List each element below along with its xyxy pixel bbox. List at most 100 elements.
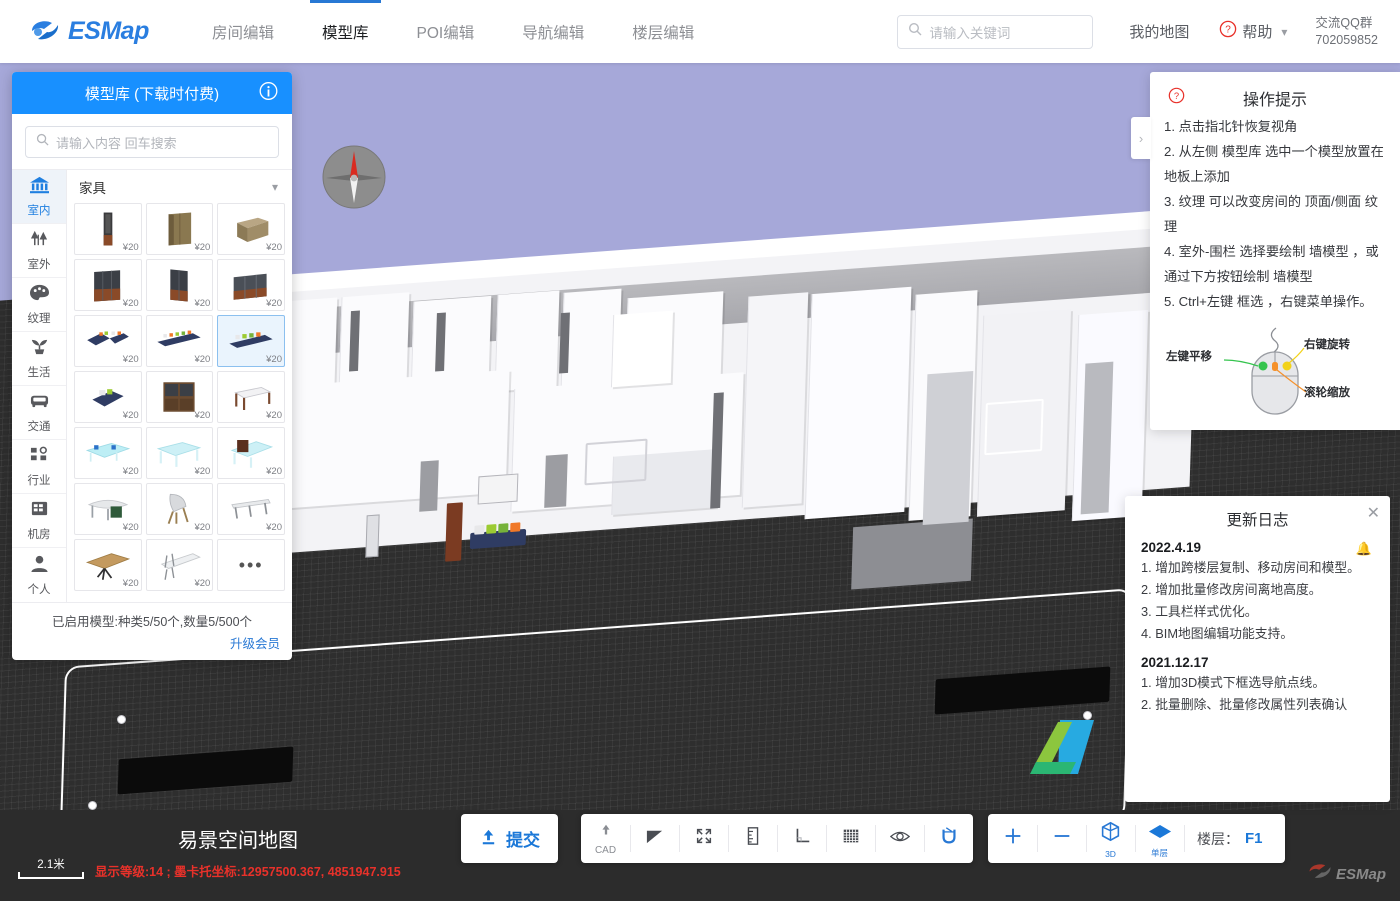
single-layer-button[interactable]: 单层 xyxy=(1135,814,1184,863)
category-label: 机房 xyxy=(27,529,51,541)
model-cell[interactable]: ¥20 xyxy=(217,203,285,255)
fullscreen-button[interactable] xyxy=(679,814,728,863)
model-cell[interactable]: ¥20 xyxy=(145,315,214,367)
tips-collapse-button[interactable]: › xyxy=(1131,117,1151,159)
model-cell[interactable]: ¥20 xyxy=(74,371,142,423)
model-cell[interactable]: ¥20 xyxy=(74,203,142,255)
category-label: 行业 xyxy=(27,475,51,487)
category-texture[interactable]: 纹理 xyxy=(12,278,66,332)
model-cell[interactable]: ¥20 xyxy=(217,259,285,311)
main-nav: 房间编辑 模型库 POI编辑 导航编辑 楼层编辑 xyxy=(188,0,718,63)
model-cell-selected[interactable]: ¥20 xyxy=(217,315,285,367)
model-group-header[interactable]: 家具 ▾ xyxy=(67,170,292,203)
help-menu[interactable]: ? 帮助 ▾ xyxy=(1219,20,1287,43)
cad-import-button[interactable]: CAD xyxy=(581,814,630,863)
view-3d-button[interactable]: 3D xyxy=(1086,814,1135,863)
category-personal[interactable]: 个人 xyxy=(12,548,66,602)
category-label: 室内 xyxy=(27,205,51,217)
furniture-picture[interactable] xyxy=(477,473,519,505)
model-cell[interactable]: ¥20 xyxy=(74,259,142,311)
room-block[interactable] xyxy=(610,310,674,388)
enabled-model-count: 已启用模型:种类5/50个,数量5/500个 xyxy=(51,615,253,629)
outline-wall xyxy=(584,438,648,486)
ruler-button[interactable] xyxy=(728,814,777,863)
wall-dark xyxy=(851,518,973,590)
model-cell[interactable]: ¥20 xyxy=(74,315,142,367)
nav-label: POI编辑 xyxy=(416,24,475,42)
category-transport[interactable]: 交通 xyxy=(12,386,66,440)
info-circle-icon[interactable] xyxy=(259,82,278,105)
brand[interactable]: ESMap xyxy=(28,17,176,47)
model-cell[interactable]: ¥20 xyxy=(145,371,214,423)
grid-button[interactable] xyxy=(826,814,875,863)
model-cell[interactable]: ¥20 xyxy=(74,427,142,479)
nav-item-room-edit[interactable]: 房间编辑 xyxy=(188,0,298,63)
model-price: ¥20 xyxy=(266,298,282,309)
room-block[interactable] xyxy=(741,292,809,508)
category-indoor[interactable]: 室内 xyxy=(12,170,66,224)
update-log-date-text: 2022.4.19 xyxy=(1141,540,1202,555)
update-log-spacer xyxy=(1141,645,1374,655)
category-server-room[interactable]: 机房 xyxy=(12,494,66,548)
model-cell[interactable]: ¥20 xyxy=(145,427,214,479)
right-angle-icon xyxy=(792,826,812,851)
navigation-node[interactable] xyxy=(117,715,126,724)
tips-line: 1. 点击指北针恢复视角 xyxy=(1164,119,1298,134)
nav-item-poi-edit[interactable]: POI编辑 xyxy=(393,0,499,63)
model-cell-more[interactable]: ••• xyxy=(217,539,285,591)
category-industry[interactable]: 行业 xyxy=(12,440,66,494)
furniture-cabinet[interactable] xyxy=(445,502,463,562)
magnet-button[interactable] xyxy=(924,814,973,863)
category-label: 纹理 xyxy=(27,313,51,325)
model-price: ¥20 xyxy=(122,466,139,477)
view-controls-toolbar: 3D 单层 楼层： F1 xyxy=(988,814,1285,863)
room-block[interactable] xyxy=(804,286,912,520)
category-outdoor[interactable]: 室外 xyxy=(12,224,66,278)
model-price: ¥20 xyxy=(194,522,211,533)
category-label: 交通 xyxy=(27,421,51,433)
model-cell[interactable]: ¥20 xyxy=(217,483,285,535)
model-price: ¥20 xyxy=(266,242,282,253)
close-icon[interactable]: ✕ xyxy=(1367,503,1380,523)
nav-item-model-library[interactable]: 模型库 xyxy=(298,0,393,63)
submit-button[interactable]: 提交 xyxy=(461,814,558,863)
wall-dark xyxy=(435,312,446,372)
category-life[interactable]: 生活 xyxy=(12,332,66,386)
bank-icon xyxy=(29,175,50,199)
zoom-in-button[interactable] xyxy=(988,814,1037,863)
furniture-fridge[interactable] xyxy=(365,514,380,558)
my-map-link[interactable]: 我的地图 xyxy=(1129,21,1189,42)
floor-selector[interactable]: 楼层： F1 xyxy=(1185,829,1279,849)
wall-dark xyxy=(922,370,974,526)
zoom-out-button[interactable] xyxy=(1037,814,1086,863)
model-cell[interactable]: ¥20 xyxy=(145,483,214,535)
compass-icon[interactable] xyxy=(320,143,388,211)
model-search-input[interactable]: 请输入内容 回车搜索 xyxy=(25,126,279,158)
model-cell[interactable]: ¥20 xyxy=(145,203,214,255)
nav-item-navigation-edit[interactable]: 导航编辑 xyxy=(498,0,608,63)
model-library-body: 室内 室外 纹理 生活 交通 行业 机房 个人 家具 ▾ ¥20 ¥20 ¥20… xyxy=(12,169,292,602)
model-cell[interactable]: ¥20 xyxy=(145,259,214,311)
update-log-date: 2022.4.19 🔔 xyxy=(1141,540,1374,556)
minus-icon xyxy=(1051,825,1073,852)
upgrade-member-link[interactable]: 升级会员 xyxy=(24,633,280,652)
navigation-node[interactable] xyxy=(88,801,97,810)
model-cell[interactable]: ¥20 xyxy=(217,427,285,479)
esmap-watermark-icon xyxy=(1307,861,1333,887)
model-price: ¥20 xyxy=(266,354,282,365)
model-cell[interactable]: ¥20 xyxy=(217,371,285,423)
angle-button[interactable] xyxy=(777,814,826,863)
tips-header: ? 操作提示 xyxy=(1164,86,1386,110)
nav-item-floor-edit[interactable]: 楼层编辑 xyxy=(608,0,718,63)
update-log-item: 4. BIM地图编辑功能支持。 xyxy=(1141,626,1294,641)
tips-line: 2. 从左侧 模型库 选中一个模型放置在地板上添加 xyxy=(1164,144,1384,184)
header-search-input[interactable]: 请输入关键词 xyxy=(897,14,1094,49)
more-dots-icon: ••• xyxy=(238,554,264,575)
polygon-draw-button[interactable] xyxy=(630,814,679,863)
model-cell[interactable]: ¥20 xyxy=(145,539,214,591)
visibility-button[interactable] xyxy=(875,814,924,863)
model-cell[interactable]: ¥20 xyxy=(74,539,142,591)
triangle-icon xyxy=(644,827,665,851)
update-log-panel: ✕ 更新日志 2022.4.19 🔔 1. 增加跨楼层复制、移动房间和模型。 2… xyxy=(1125,496,1390,802)
model-cell[interactable]: ¥20 xyxy=(74,483,142,535)
